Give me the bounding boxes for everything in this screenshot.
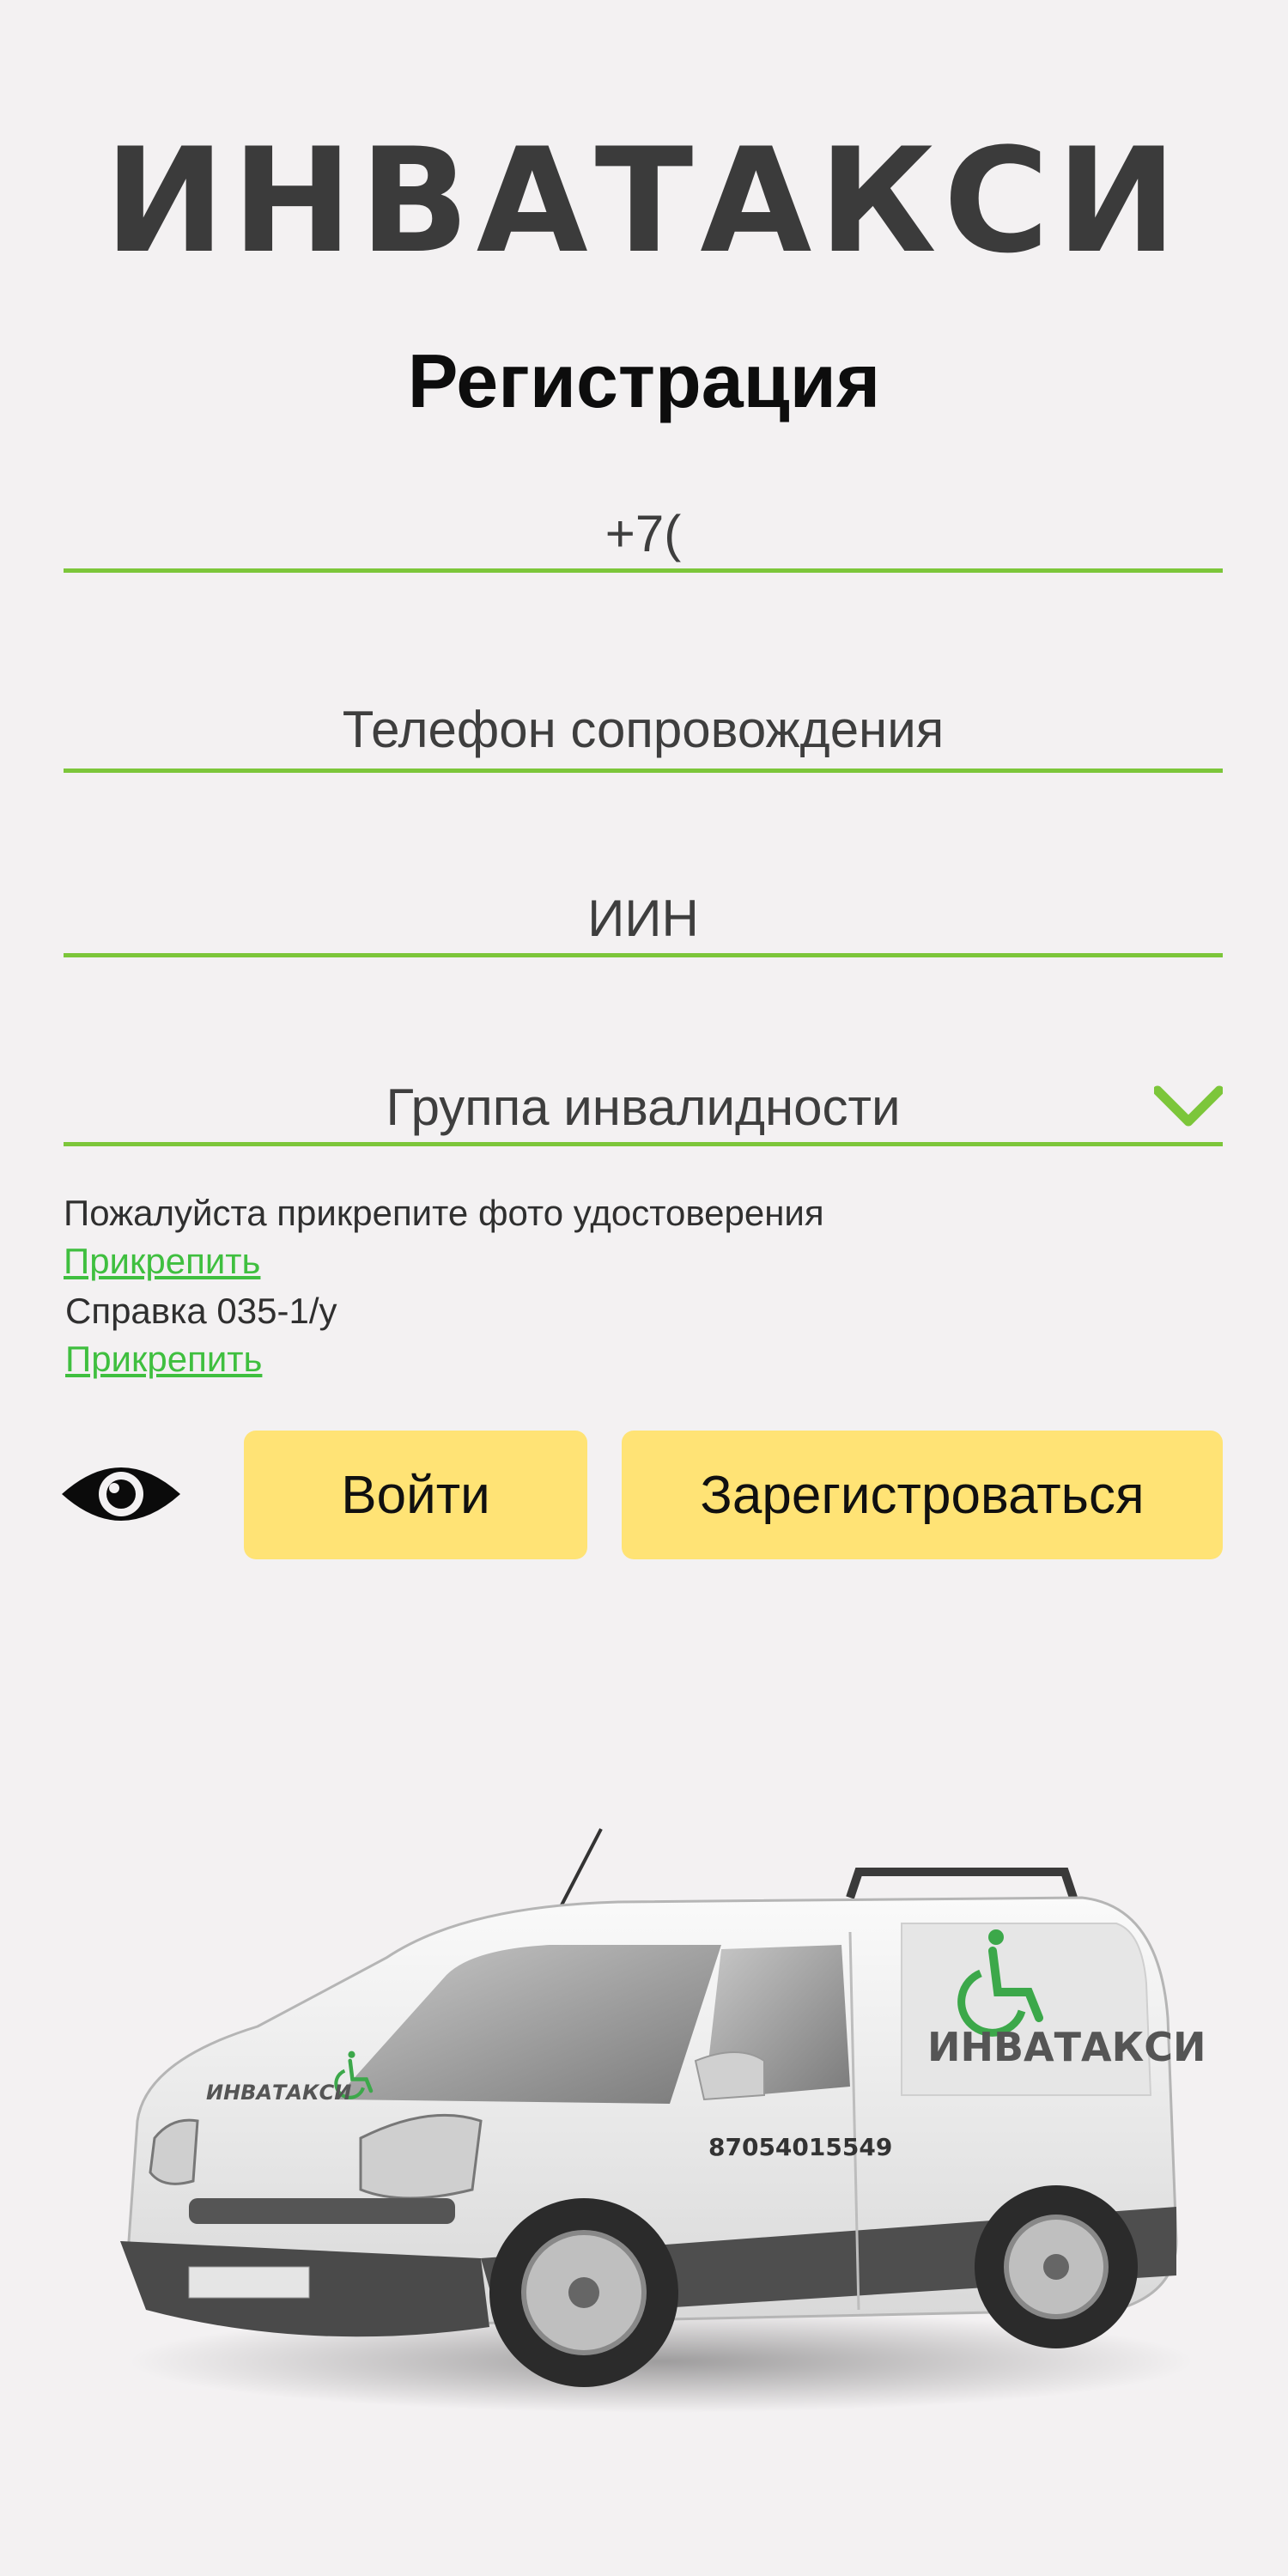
login-button-label: Войти <box>341 1465 490 1525</box>
phone-value: +7( <box>605 505 682 562</box>
id-photo-note: Пожалуйста прикрепите фото удостоверения <box>64 1193 824 1233</box>
escort-phone-placeholder: Телефон сопровождения <box>342 701 945 758</box>
disability-group-placeholder: Группа инвалидности <box>386 1078 901 1136</box>
van-phone-number: 87054015549 <box>708 2133 892 2161</box>
attach-id-link[interactable]: Прикрепить <box>64 1243 260 1279</box>
register-button[interactable]: Зарегистроваться <box>622 1431 1223 1559</box>
eye-icon[interactable] <box>60 1460 182 1528</box>
van-hood-logo: ИНВАТАКСИ <box>206 2081 351 2105</box>
chevron-down-icon[interactable] <box>1154 1082 1223 1133</box>
disability-group-select[interactable]: Группа инвалидности <box>64 1082 1223 1146</box>
attach-certificate-link[interactable]: Прикрепить <box>65 1341 262 1377</box>
van-side-logo: ИНВАТАКСИ <box>927 2024 1206 2070</box>
van-image: ИНВАТАКСИ ИНВАТАКСИ 87054015549 <box>120 1828 1206 2413</box>
register-button-label: Зарегистроваться <box>700 1465 1145 1525</box>
certificate-note: Справка 035-1/у <box>65 1291 337 1331</box>
escort-phone-field[interactable]: Телефон сопровождения <box>64 704 1223 773</box>
app-logo: ИНВАТАКСИ <box>104 117 1184 285</box>
iin-field[interactable]: ИИН <box>64 893 1223 957</box>
login-button[interactable]: Войти <box>244 1431 587 1559</box>
phone-field[interactable]: +7( <box>64 508 1223 573</box>
page-title: Регистрация <box>407 338 881 423</box>
iin-placeholder: ИИН <box>587 890 699 947</box>
